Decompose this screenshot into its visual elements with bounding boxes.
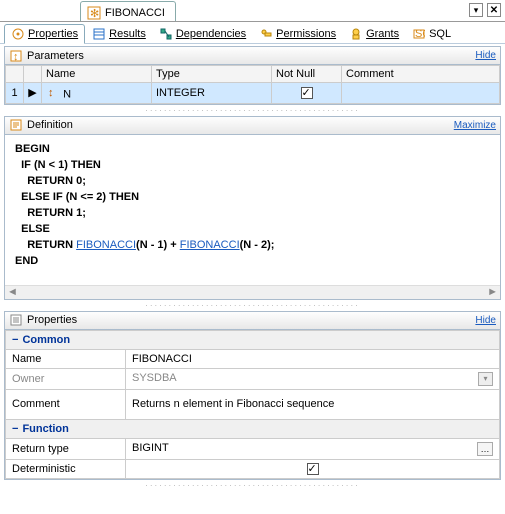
properties-icon-2 — [9, 313, 23, 327]
tab-sql[interactable]: SQL SQL — [406, 25, 457, 43]
parameters-icon: ↕ — [9, 49, 23, 63]
owner-combo-button[interactable]: ▾ — [478, 372, 493, 386]
group-common[interactable]: −Common — [6, 330, 500, 349]
fibonacci-link-1[interactable]: FIBONACCI — [76, 239, 136, 251]
sql-icon: SQL — [412, 27, 426, 41]
prop-deterministic-row: Deterministic — [6, 459, 500, 478]
definition-section: Definition Maximize BEGIN IF (N < 1) THE… — [4, 116, 501, 300]
prop-return-value[interactable]: BIGINT… — [126, 438, 500, 459]
detail-tabs: Properties Results Dependencies Permissi… — [0, 22, 505, 44]
definition-title: Definition — [27, 119, 450, 131]
properties-section: Properties Hide −Common Name FIBONACCI O… — [4, 311, 501, 480]
tab-label: SQL — [429, 28, 451, 40]
param-type-cell[interactable]: INTEGER — [152, 83, 272, 104]
prop-name-key: Name — [6, 349, 126, 368]
return-type-edit-button[interactable]: … — [477, 442, 493, 456]
tab-label: Permissions — [276, 28, 336, 40]
properties-hide-link[interactable]: Hide — [475, 315, 496, 326]
results-icon — [92, 27, 106, 41]
collapse-common-icon[interactable]: − — [12, 334, 18, 346]
parameter-row[interactable]: 1 ▶ ↕ N INTEGER — [6, 83, 500, 104]
svg-text:SQL: SQL — [415, 28, 425, 40]
parameters-title: Parameters — [27, 50, 471, 62]
tab-permissions[interactable]: Permissions — [253, 25, 342, 43]
splitter-2[interactable]: ········································… — [0, 302, 505, 309]
splitter-1[interactable]: ········································… — [0, 107, 505, 114]
prop-det-value[interactable] — [126, 459, 500, 478]
tab-dependencies[interactable]: Dependencies — [153, 25, 252, 43]
file-tab-fibonacci[interactable]: ✻ FIBONACCI — [80, 1, 176, 21]
tab-grants[interactable]: Grants — [343, 25, 405, 43]
prop-comment-row: Comment Returns n element in Fibonacci s… — [6, 389, 500, 419]
prop-owner-row: Owner SYSDBA▾ — [6, 368, 500, 389]
prop-comment-key: Comment — [6, 389, 126, 419]
close-tab-button[interactable]: ✕ — [487, 3, 501, 17]
prop-name-value[interactable]: FIBONACCI — [126, 349, 500, 368]
permissions-icon — [259, 27, 273, 41]
prop-owner-value[interactable]: SYSDBA▾ — [126, 368, 500, 389]
row-index: 1 — [6, 83, 24, 104]
notnull-checkbox[interactable] — [301, 87, 313, 99]
fibonacci-link-2[interactable]: FIBONACCI — [180, 239, 240, 251]
tab-results[interactable]: Results — [86, 25, 152, 43]
parameters-hide-link[interactable]: Hide — [475, 50, 496, 61]
col-name[interactable]: Name — [42, 66, 152, 83]
collapse-function-icon[interactable]: − — [12, 423, 18, 435]
col-type[interactable]: Type — [152, 66, 272, 83]
col-idx[interactable] — [6, 66, 24, 83]
definition-code[interactable]: BEGIN IF (N < 1) THEN RETURN 0; ELSE IF … — [5, 135, 500, 285]
tab-properties[interactable]: Properties — [4, 24, 85, 44]
group-function[interactable]: −Function — [6, 419, 500, 438]
tab-label: Grants — [366, 28, 399, 40]
row-marker: ▶ — [24, 83, 42, 104]
prop-det-key: Deterministic — [6, 459, 126, 478]
prop-return-key: Return type — [6, 438, 126, 459]
properties-header: Properties Hide — [5, 312, 500, 330]
grants-icon — [349, 27, 363, 41]
properties-title: Properties — [27, 314, 471, 326]
function-icon: ✻ — [87, 6, 101, 20]
deterministic-checkbox[interactable] — [307, 463, 319, 475]
splitter-3[interactable]: ········································… — [0, 482, 505, 489]
col-comment[interactable]: Comment — [342, 66, 500, 83]
svg-text:↕: ↕ — [13, 51, 19, 62]
col-marker[interactable] — [24, 66, 42, 83]
definition-maximize-link[interactable]: Maximize — [454, 120, 496, 131]
param-notnull-cell[interactable] — [272, 83, 342, 104]
param-comment-cell[interactable] — [342, 83, 500, 104]
dependencies-icon — [159, 27, 173, 41]
prop-name-row: Name FIBONACCI — [6, 349, 500, 368]
svg-text:✻: ✻ — [90, 8, 99, 20]
svg-text:↕: ↕ — [48, 87, 54, 98]
tab-list-button[interactable]: ▾ — [469, 3, 483, 17]
h-scrollbar[interactable]: ◄► — [5, 285, 500, 299]
parameters-header: ↕ Parameters Hide — [5, 47, 500, 65]
param-name-cell[interactable]: ↕ N — [42, 83, 152, 104]
param-name: N — [63, 89, 71, 101]
editor-tab-bar: ✻ FIBONACCI ▾ ✕ — [0, 0, 505, 22]
file-tab-title: FIBONACCI — [105, 7, 165, 19]
tab-label: Properties — [28, 28, 78, 40]
definition-header: Definition Maximize — [5, 117, 500, 135]
parameters-header-row: Name Type Not Null Comment — [6, 66, 500, 83]
in-param-icon: ↕ — [46, 85, 60, 99]
tab-label: Results — [109, 28, 146, 40]
properties-grid: −Common Name FIBONACCI Owner SYSDBA▾ Com… — [5, 330, 500, 479]
properties-icon — [11, 27, 25, 41]
prop-comment-value[interactable]: Returns n element in Fibonacci sequence — [126, 389, 500, 419]
col-notnull[interactable]: Not Null — [272, 66, 342, 83]
definition-icon — [9, 118, 23, 132]
parameters-table: Name Type Not Null Comment 1 ▶ ↕ N INTEG… — [5, 65, 500, 104]
prop-owner-key: Owner — [6, 368, 126, 389]
tab-label: Dependencies — [176, 28, 246, 40]
prop-return-row: Return type BIGINT… — [6, 438, 500, 459]
parameters-section: ↕ Parameters Hide Name Type Not Null Com… — [4, 46, 501, 105]
